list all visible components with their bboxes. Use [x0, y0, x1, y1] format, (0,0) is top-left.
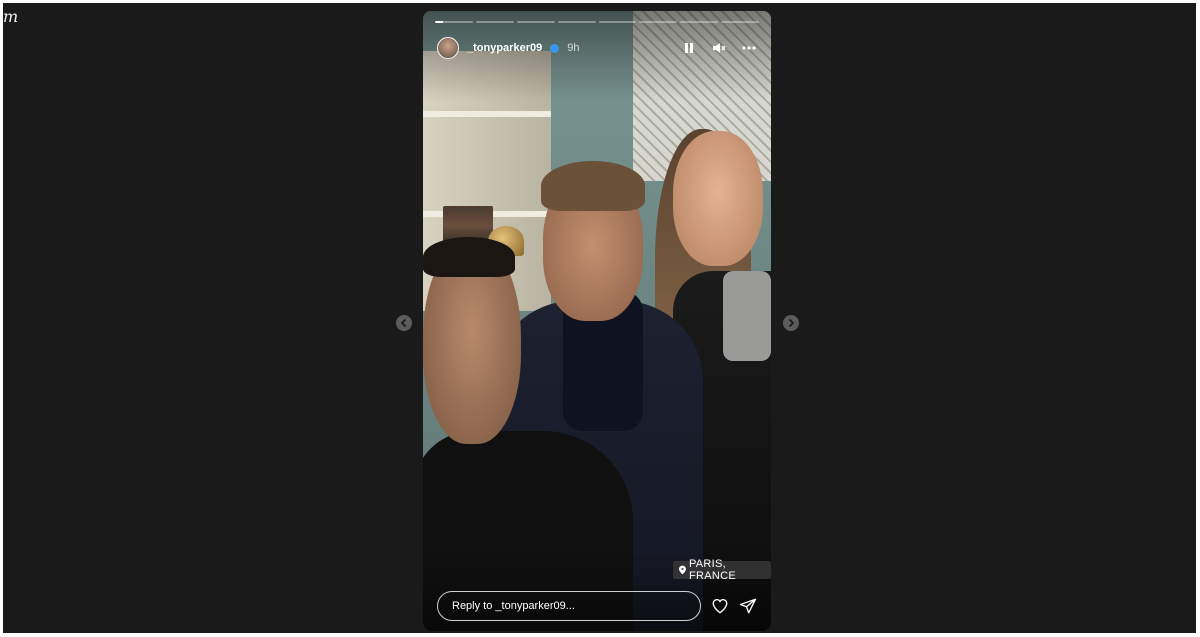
username[interactable]: _tonyparker09 — [467, 42, 542, 54]
location-sticker[interactable]: PARIS, FRANCE — [673, 558, 771, 582]
previous-story-button[interactable] — [396, 315, 412, 331]
share-button[interactable] — [739, 597, 757, 615]
pause-button[interactable] — [681, 40, 697, 56]
progress-segment — [680, 21, 719, 23]
reply-placeholder: Reply to _tonyparker09... — [452, 600, 575, 612]
location-label: PARIS, FRANCE — [688, 558, 736, 582]
send-icon — [739, 598, 757, 614]
next-story-button[interactable] — [783, 315, 799, 331]
pause-icon — [685, 43, 693, 53]
progress-segment — [475, 21, 514, 23]
person-right — [673, 131, 763, 266]
story-viewer: m _tonyparker09 9h PARIS, FRANCE Reply t… — [3, 3, 1196, 633]
chevron-right-icon — [788, 318, 795, 328]
progress-segment — [435, 21, 473, 23]
story-header: _tonyparker09 9h — [437, 35, 757, 61]
progress-segment — [516, 21, 555, 23]
post-time: 9h — [567, 42, 580, 54]
story-card[interactable]: _tonyparker09 9h PARIS, FRANCE Reply to … — [423, 11, 771, 631]
heart-icon — [712, 598, 728, 614]
user-avatar[interactable] — [437, 37, 459, 59]
progress-segment — [598, 21, 637, 23]
story-photo — [423, 11, 771, 631]
chevron-left-icon — [400, 318, 407, 328]
like-button[interactable] — [711, 597, 729, 615]
location-pin-icon — [679, 565, 686, 575]
progress-segment — [639, 21, 678, 23]
progress-segment — [557, 21, 596, 23]
reply-input[interactable]: Reply to _tonyparker09... — [437, 591, 701, 621]
progress-segment — [721, 21, 759, 23]
volume-mute-icon — [713, 43, 726, 53]
story-progress-bar — [435, 21, 759, 23]
instagram-logo-fragment[interactable]: m — [3, 7, 18, 26]
more-options-button[interactable] — [741, 40, 757, 56]
more-horizontal-icon — [742, 46, 756, 50]
mute-button[interactable] — [711, 40, 727, 56]
verified-badge-icon — [550, 43, 560, 53]
